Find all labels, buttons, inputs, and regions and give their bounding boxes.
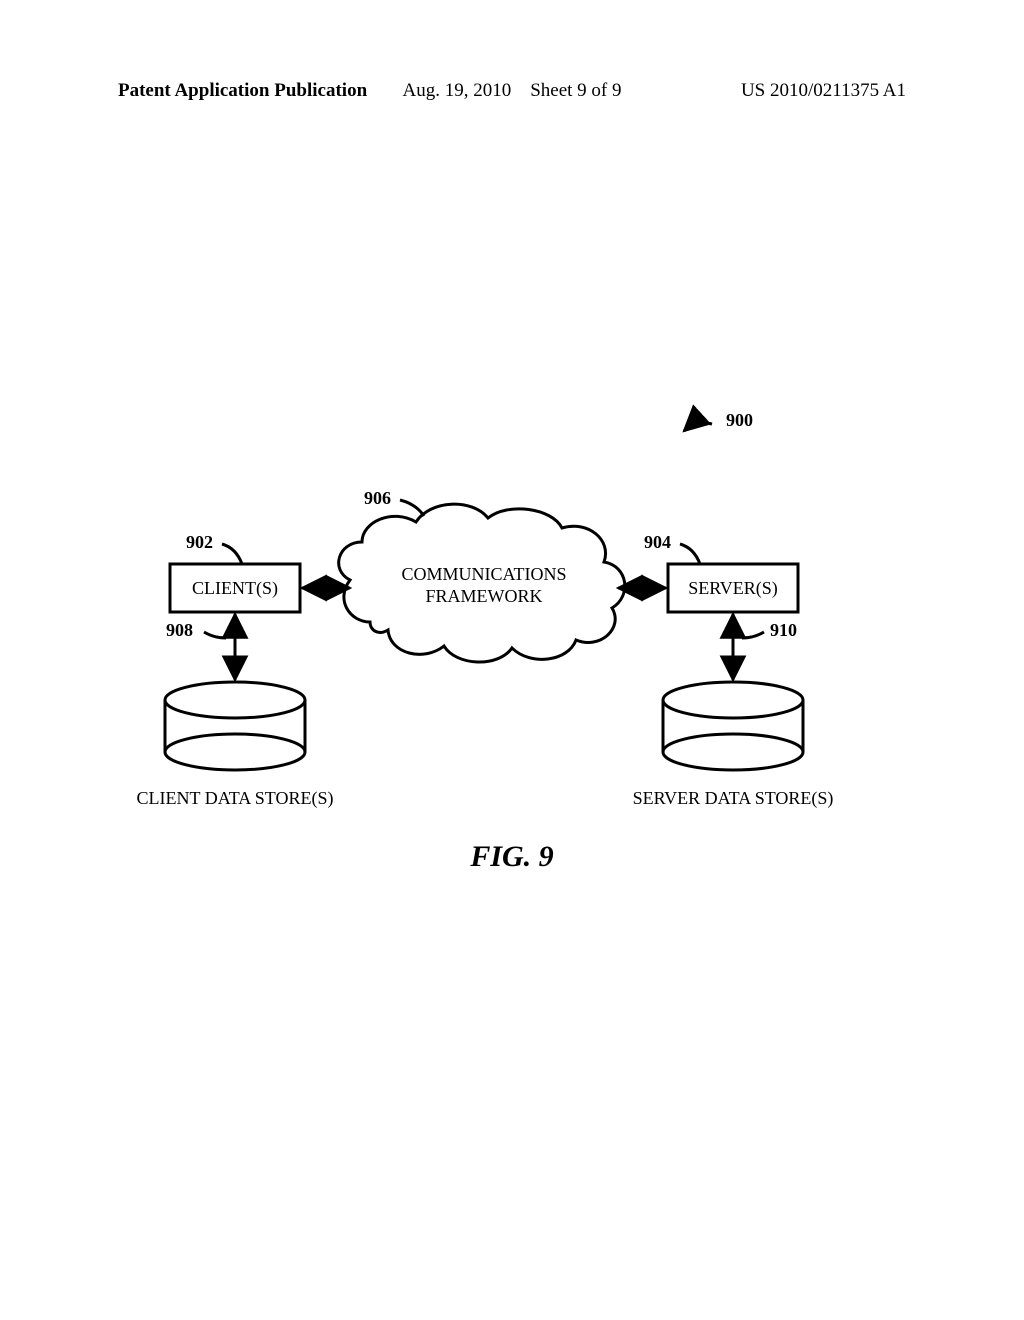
ref-900-text: 900 — [726, 410, 753, 430]
ref-906: 906 — [364, 488, 424, 516]
figure-diagram: 900 COMMUNICATIONS FRAMEWORK 906 CLIENT(… — [0, 0, 1024, 1320]
server-label: SERVER(S) — [688, 578, 778, 599]
ref-910: 910 — [742, 620, 797, 640]
ref-904: 904 — [644, 532, 700, 564]
ref-908: 908 — [166, 620, 226, 640]
client-store-label: CLIENT DATA STORE(S) — [137, 788, 334, 809]
ref-908-text: 908 — [166, 620, 193, 640]
ref-910-text: 910 — [770, 620, 797, 640]
ref-904-text: 904 — [644, 532, 671, 552]
client-box: CLIENT(S) — [170, 564, 300, 612]
ref-902: 902 — [186, 532, 242, 564]
cloud-comm-framework: COMMUNICATIONS FRAMEWORK — [339, 504, 625, 662]
page: Patent Application Publication Aug. 19, … — [0, 0, 1024, 1320]
server-box: SERVER(S) — [668, 564, 798, 612]
ref-900: 900 — [684, 410, 753, 431]
server-store-label: SERVER DATA STORE(S) — [633, 788, 834, 809]
cloud-label-1: COMMUNICATIONS — [401, 564, 566, 584]
server-store: SERVER DATA STORE(S) — [633, 682, 834, 809]
cloud-label-2: FRAMEWORK — [425, 586, 542, 606]
ref-906-text: 906 — [364, 488, 391, 508]
client-label: CLIENT(S) — [192, 578, 278, 599]
ref-902-text: 902 — [186, 532, 213, 552]
figure-caption: FIG. 9 — [0, 840, 1024, 874]
client-store: CLIENT DATA STORE(S) — [137, 682, 334, 809]
